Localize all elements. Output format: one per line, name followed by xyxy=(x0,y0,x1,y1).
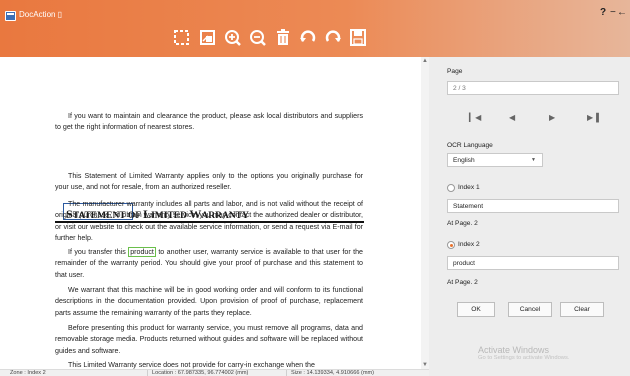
title-toolbar-band: DocAction ▯ ? − ← xyxy=(0,0,630,57)
save-icon[interactable] xyxy=(348,27,368,49)
app-title: DocAction ▯ xyxy=(19,10,63,19)
page-label: Page xyxy=(447,68,463,75)
activate-windows-title: Activate Windows xyxy=(478,345,550,355)
index1-radio[interactable] xyxy=(447,184,455,192)
doc-paragraph-intro: If you want to maintain and clearance th… xyxy=(55,112,363,132)
last-page-icon[interactable]: ▶▐ xyxy=(587,113,599,122)
ok-button[interactable]: OK xyxy=(457,302,495,317)
help-button[interactable]: ? xyxy=(600,7,606,18)
ocr-language-label: OCR Language xyxy=(447,142,493,149)
activate-windows-subtitle: Go to Settings to activate Windows. xyxy=(478,355,570,361)
index2-label: Index 2 xyxy=(458,241,480,248)
scroll-up-icon[interactable]: ▲ xyxy=(422,58,428,64)
app-logo-icon xyxy=(5,11,16,21)
next-page-icon[interactable]: ▶ xyxy=(549,113,555,122)
chevron-down-icon: ▼ xyxy=(531,157,536,163)
index1-field[interactable]: Statement xyxy=(447,199,619,213)
scroll-down-icon[interactable]: ▼ xyxy=(422,362,428,368)
doc-paragraph: This Limited Warranty service does not p… xyxy=(68,361,315,369)
fit-page-icon[interactable] xyxy=(198,27,218,49)
rotate-left-icon[interactable] xyxy=(298,27,318,49)
doc-paragraph: This Statement of Limited Warranty appli… xyxy=(55,172,363,192)
page-field[interactable]: 2 / 3 xyxy=(447,81,619,95)
clear-button[interactable]: Clear xyxy=(560,302,604,317)
index-panel: Page 2 / 3 ▎◀ ◀ ▶ ▶▐ OCR Language Englis… xyxy=(429,57,630,376)
doc-paragraph: Before presenting this product for warra… xyxy=(55,324,363,355)
document-page[interactable]: If you want to maintain and clearance th… xyxy=(0,57,422,369)
doc-paragraph-transfer: If you transfer this product to another … xyxy=(55,247,363,279)
prev-page-icon[interactable]: ◀ xyxy=(509,113,515,122)
index1-label: Index 1 xyxy=(458,184,480,191)
zoom-in-icon[interactable] xyxy=(223,27,243,49)
doc-paragraph: The manufacturer warranty includes all p… xyxy=(55,200,363,243)
delete-icon[interactable] xyxy=(273,27,293,49)
document-scrollbar[interactable]: ▲ ▼ xyxy=(421,57,429,369)
status-size: Size : 14.139334, 4.910666 (mm) xyxy=(291,370,375,376)
doc-action-window: DocAction ▯ ? − ← If you want to maintai… xyxy=(0,0,630,376)
rotate-right-icon[interactable] xyxy=(323,27,343,49)
status-location: Location : 67.987335, 96.774002 (mm) xyxy=(152,370,249,376)
status-divider xyxy=(286,370,287,376)
ocr-language-value: English xyxy=(453,157,475,164)
zoom-out-icon[interactable] xyxy=(248,27,268,49)
back-close-button[interactable]: ← xyxy=(617,7,627,18)
first-page-icon[interactable]: ▎◀ xyxy=(469,113,481,122)
doc-paragraph: We warrant that this machine will be in … xyxy=(55,286,363,317)
crop-icon[interactable] xyxy=(172,27,192,49)
index1-page-label: At Page. 2 xyxy=(447,220,478,227)
status-zone: Zone : Index 2 xyxy=(10,370,46,376)
cancel-button[interactable]: Cancel xyxy=(508,302,552,317)
index2-selection-box[interactable]: product xyxy=(128,247,156,257)
status-bar: Zone : Index 2 Location : 67.987335, 96.… xyxy=(0,369,429,376)
index2-page-label: At Page. 2 xyxy=(447,279,478,286)
index2-field[interactable]: product xyxy=(447,256,619,270)
ocr-language-select[interactable]: English ▼ xyxy=(447,153,543,167)
index2-radio[interactable] xyxy=(447,241,455,249)
minimize-button[interactable]: − xyxy=(610,7,616,18)
status-divider xyxy=(147,370,148,376)
